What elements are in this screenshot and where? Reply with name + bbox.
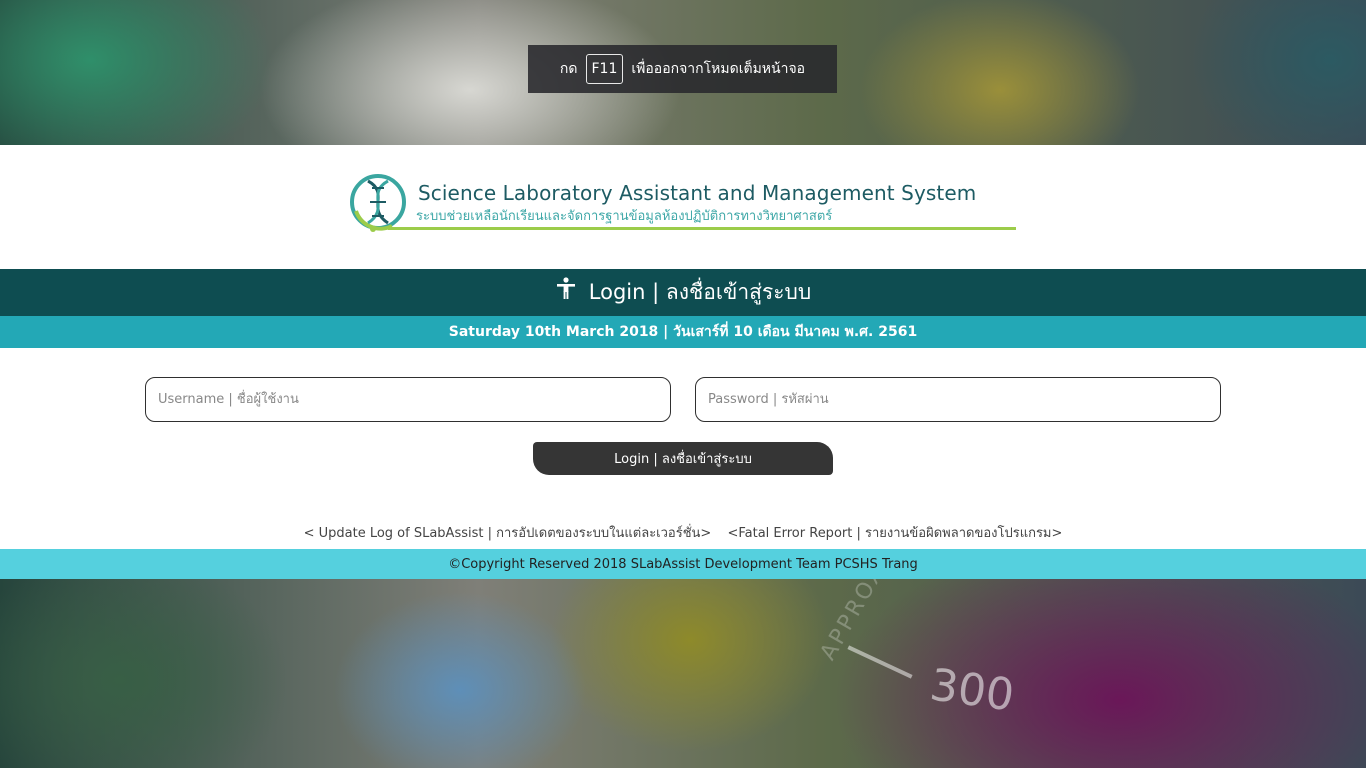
logo-subtitle: ระบบช่วยเหลือนักเรียนและจัดการฐานข้อมูลห… (416, 209, 833, 224)
update-log-link[interactable]: < Update Log of SLabAssist | การอัปเดตขอ… (304, 526, 712, 541)
login-form: Login | ลงชื่อเข้าสู่ระบบ < Update Log o… (0, 348, 1366, 549)
logo-underline (388, 227, 1016, 230)
password-input[interactable] (695, 377, 1221, 422)
fullscreen-notice: กด F11 เพื่อออกจากโหมดเต็มหน้าจอ (528, 45, 837, 93)
app-logo: Science Laboratory Assistant and Managem… (348, 171, 1018, 235)
logo-title: Science Laboratory Assistant and Managem… (418, 181, 977, 205)
footer: ©Copyright Reserved 2018 SLabAssist Deve… (0, 549, 1366, 579)
login-title: Login | ลงชื่อเข้าสู่ระบบ (588, 280, 812, 304)
background-measure-label: 300 (926, 659, 1018, 722)
dna-flask-logo-icon (350, 174, 406, 232)
person-icon (556, 276, 575, 299)
fullscreen-notice-prefix: กด (559, 61, 578, 77)
copyright-text: ©Copyright Reserved 2018 SLabAssist Deve… (448, 556, 918, 572)
footer-links: < Update Log of SLabAssist | การอัปเดตขอ… (0, 522, 1366, 543)
current-date: Saturday 10th March 2018 | วันเสาร์ที่ 1… (448, 324, 918, 340)
username-input[interactable] (145, 377, 671, 422)
background-measure-line (847, 645, 913, 679)
logo-band: Science Laboratory Assistant and Managem… (0, 145, 1366, 269)
fatal-error-report-link[interactable]: <Fatal Error Report | รายงานข้อผิดพลาดขอ… (727, 526, 1062, 541)
login-header: Login | ลงชื่อเข้าสู่ระบบ (0, 269, 1366, 316)
fullscreen-notice-suffix: เพื่อออกจากโหมดเต็มหน้าจอ (631, 61, 806, 77)
date-bar: Saturday 10th March 2018 | วันเสาร์ที่ 1… (0, 316, 1366, 348)
login-button[interactable]: Login | ลงชื่อเข้าสู่ระบบ (533, 442, 833, 475)
f11-key: F11 (585, 54, 624, 84)
